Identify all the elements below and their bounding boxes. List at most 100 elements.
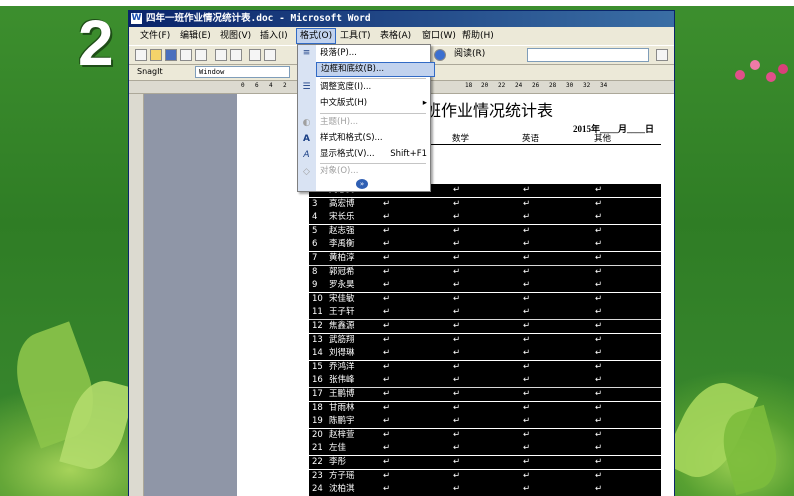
menu-help[interactable]: 帮助(H)	[459, 28, 497, 44]
cell-mark: ↵	[383, 429, 391, 440]
cell-mark: ↵	[523, 361, 531, 372]
print-icon[interactable]	[215, 49, 227, 61]
menu-format[interactable]: 格式(O)	[296, 28, 337, 44]
table-row[interactable]: 8 郭冠希 ↵ ↵ ↵ ↵	[309, 265, 661, 279]
table-row[interactable]: 5 赵志强 ↵ ↵ ↵ ↵	[309, 224, 661, 238]
table-row[interactable]: 20 赵梓萱 ↵ ↵ ↵ ↵	[309, 428, 661, 442]
table-row[interactable]: 19 陈鹏宇 ↵ ↵ ↵ ↵	[309, 415, 661, 429]
menu-edit[interactable]: 编辑(E)	[177, 28, 214, 44]
cell-mark: ↵	[453, 470, 461, 481]
menu-item-styles-formatting[interactable]: 样式和格式(S)...	[316, 131, 433, 146]
reveal-format-icon: A	[303, 150, 310, 160]
theme-icon: ◐	[302, 118, 311, 128]
cell-mark: ↵	[523, 280, 531, 291]
menu-item-label: 边框和底纹(B)...	[321, 64, 385, 74]
cell-mark: ↵	[523, 321, 531, 331]
table-row[interactable]: 13 武筋翔 ↵ ↵ ↵ ↵	[309, 333, 661, 347]
menu-item-borders-shading[interactable]: 边框和底纹(B)...	[316, 62, 435, 77]
menu-item-adjust-width[interactable]: 调整宽度(I)...	[316, 80, 433, 95]
cell-mark: ↵	[453, 375, 461, 386]
cell-mark: ↵	[383, 239, 391, 250]
table-row[interactable]: 15 乔鸿洋 ↵ ↵ ↵ ↵	[309, 360, 661, 374]
menu-item-paragraph[interactable]: 段落(P)...	[316, 46, 433, 61]
cell-mark: ↵	[523, 484, 531, 495]
permission-icon[interactable]	[180, 49, 192, 61]
cell-mark: ↵	[595, 334, 603, 345]
ruler-mark: 0	[241, 82, 245, 89]
spelling-icon[interactable]	[249, 49, 261, 61]
cell-mark: ↵	[453, 389, 461, 399]
cell-mark: ↵	[595, 185, 603, 195]
font-size-select[interactable]	[527, 48, 649, 62]
row-number: 3	[312, 198, 318, 209]
cell-mark: ↵	[453, 185, 461, 195]
cell-mark: ↵	[453, 443, 461, 454]
cell-mark: ↵	[383, 253, 391, 263]
help-icon[interactable]	[434, 49, 446, 61]
cell-mark: ↵	[383, 212, 391, 223]
ruler-mark: 26	[532, 82, 540, 89]
menu-item-label: 段落(P)...	[320, 48, 357, 58]
cell-mark: ↵	[523, 457, 531, 467]
print-preview-icon[interactable]	[230, 49, 242, 61]
cell-mark: ↵	[595, 443, 603, 454]
cell-mark: ↵	[453, 239, 461, 250]
cell-mark: ↵	[523, 307, 531, 318]
research-icon[interactable]	[264, 49, 276, 61]
cell-mark: ↵	[453, 416, 461, 427]
bold-icon[interactable]	[656, 49, 668, 61]
email-icon[interactable]	[195, 49, 207, 61]
cell-mark: ↵	[383, 389, 391, 399]
table-row[interactable]: 24 沈柏淇 ↵ ↵ ↵ ↵	[309, 483, 661, 496]
menu-item-asian-layout[interactable]: 中文版式(H) ▸	[316, 96, 433, 111]
cell-mark: ↵	[523, 293, 531, 304]
snagit-window-field[interactable]: Window	[195, 66, 290, 78]
table-row[interactable]: 7 黄柏淳 ↵ ↵ ↵ ↵	[309, 252, 661, 265]
student-name: 赵梓萱	[329, 429, 355, 440]
row-number: 6	[312, 239, 318, 250]
cell-mark: ↵	[595, 253, 603, 263]
table-row[interactable]: 3 高宏博 ↵ ↵ ↵ ↵	[309, 197, 661, 211]
row-number: 23	[312, 470, 323, 481]
open-folder-icon[interactable]	[150, 49, 162, 61]
table-row[interactable]: 18 甘雨林 ↵ ↵ ↵ ↵	[309, 401, 661, 415]
table-row[interactable]: 23 方子瑶 ↵ ↵ ↵ ↵	[309, 469, 661, 483]
cell-mark: ↵	[595, 429, 603, 440]
table-row[interactable]: 4 宋长乐 ↵ ↵ ↵ ↵	[309, 211, 661, 225]
row-number: 16	[312, 375, 323, 386]
cell-mark: ↵	[595, 416, 603, 427]
menu-tools[interactable]: 工具(T)	[337, 28, 374, 44]
table-row[interactable]: 6 李禹衡 ↵ ↵ ↵ ↵	[309, 238, 661, 252]
table-row[interactable]: 11 王子轩 ↵ ↵ ↵ ↵	[309, 306, 661, 320]
table-row[interactable]: 9 罗永昊 ↵ ↵ ↵ ↵	[309, 279, 661, 293]
menu-table[interactable]: 表格(A)	[377, 28, 414, 44]
menu-file[interactable]: 文件(F)	[137, 28, 173, 44]
table-row[interactable]: 16 张伟峰 ↵ ↵ ↵ ↵	[309, 374, 661, 388]
ruler-mark: 6	[255, 82, 259, 89]
word-window: W 四年一班作业情况统计表.doc - Microsoft Word 文件(F)…	[128, 10, 675, 496]
student-name: 武筋翔	[329, 334, 355, 345]
row-number: 15	[312, 361, 323, 372]
new-document-icon[interactable]	[135, 49, 147, 61]
read-mode-button[interactable]: 阅读(R)	[454, 48, 485, 61]
cell-mark: ↵	[453, 266, 461, 277]
snagit-button[interactable]: SnagIt	[137, 64, 163, 80]
row-number: 4	[312, 212, 318, 223]
table-row[interactable]: 14 刘得琳 ↵ ↵ ↵ ↵	[309, 347, 661, 361]
table-row[interactable]: 17 王鹏博 ↵ ↵ ↵ ↵	[309, 388, 661, 401]
cell-mark: ↵	[383, 484, 391, 495]
vertical-ruler	[129, 94, 144, 496]
table-row[interactable]: 12 焦鑫源 ↵ ↵ ↵ ↵	[309, 320, 661, 333]
table-row[interactable]: 22 李彤 ↵ ↵ ↵ ↵	[309, 456, 661, 469]
table-row[interactable]: 10 宋佳敏 ↵ ↵ ↵ ↵	[309, 292, 661, 306]
menu-window[interactable]: 窗口(W)	[419, 28, 459, 44]
menu-insert[interactable]: 插入(I)	[257, 28, 291, 44]
cell-mark: ↵	[453, 361, 461, 372]
menu-view[interactable]: 视图(V)	[217, 28, 254, 44]
expand-menu-icon[interactable]: »	[356, 179, 368, 189]
menu-item-reveal-formatting[interactable]: 显示格式(V)... Shift+F1	[316, 147, 433, 162]
save-icon[interactable]	[165, 49, 177, 61]
table-row[interactable]: 21 左佳 ↵ ↵ ↵ ↵	[309, 442, 661, 456]
width-icon: ☰	[302, 82, 311, 92]
menu-item-label: 调整宽度(I)...	[320, 82, 372, 92]
